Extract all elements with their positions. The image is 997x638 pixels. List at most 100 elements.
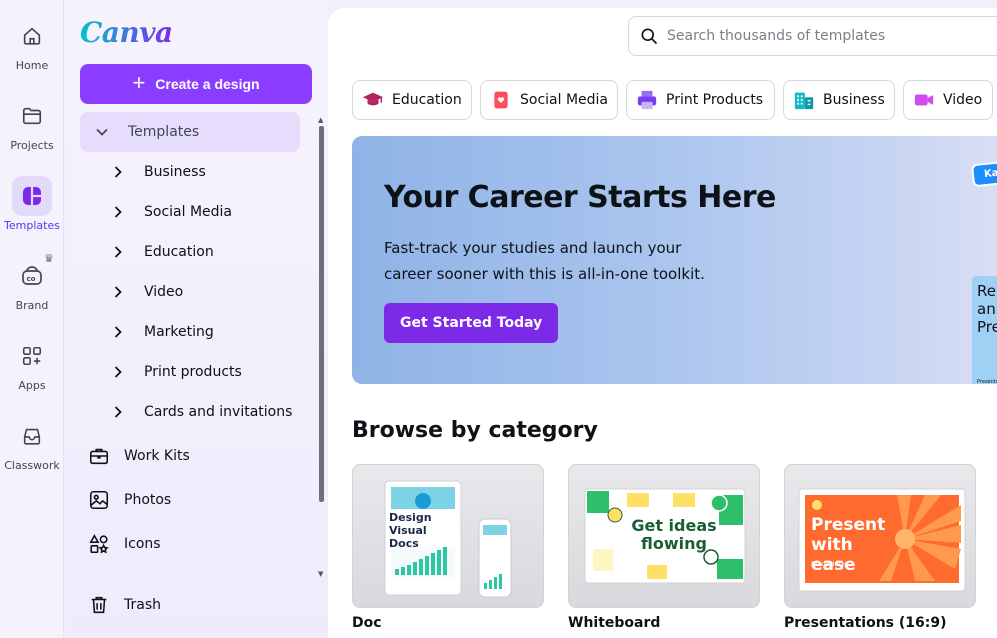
heart-icon: [490, 89, 512, 111]
rail-projects[interactable]: Projects: [0, 96, 64, 166]
doc-thumb-text: Design Visual Docs: [389, 511, 432, 550]
plus-icon: +: [132, 70, 146, 95]
svg-text:co: co: [27, 275, 36, 283]
folder-icon: [12, 96, 52, 136]
sidebar-item-label: Icons: [124, 536, 161, 552]
sidebar-item-label: Trash: [124, 597, 161, 613]
chip-label: Education: [392, 92, 462, 108]
sidebar-item-label: Education: [144, 244, 214, 260]
chevron-right-icon: [110, 245, 126, 259]
chevron-right-icon: [110, 365, 126, 379]
hero-title: Your Career Starts Here: [384, 180, 776, 215]
sidebar-item-business[interactable]: Business: [96, 152, 316, 192]
rail-label: Templates: [4, 219, 60, 232]
chevron-right-icon: [110, 205, 126, 219]
create-design-button[interactable]: + Create a design: [80, 64, 312, 104]
sidebar-item-label: Templates: [128, 124, 200, 140]
sidebar-item-label: Print products: [144, 364, 242, 380]
sidebar-item-marketing[interactable]: Marketing: [96, 312, 316, 352]
scrollbar-thumb[interactable]: [319, 126, 324, 502]
chip-label: Video: [943, 92, 983, 108]
sidebar-item-video[interactable]: Video: [96, 272, 316, 312]
main-content: Education Social Media Print Products Bu…: [328, 8, 997, 638]
whiteboard-thumbnail: Get ideas flowing: [568, 464, 760, 608]
category-label: Presentations (16:9): [784, 615, 947, 631]
category-label: Whiteboard: [568, 615, 661, 631]
chip-print-products[interactable]: Print Products: [626, 80, 775, 120]
sidebar-item-trash[interactable]: Trash: [80, 585, 300, 625]
sidebar-item-label: Marketing: [144, 324, 214, 340]
rail-apps[interactable]: Apps: [0, 336, 64, 406]
category-doc[interactable]: Design Visual Docs Doc: [352, 464, 544, 631]
rail-label: Home: [15, 59, 49, 72]
category-presentations[interactable]: Present with ease Brand deck Presentatio…: [784, 464, 976, 631]
rail-brand[interactable]: ♛ co Brand: [0, 252, 64, 326]
chevron-right-icon: [110, 405, 126, 419]
search-input[interactable]: [667, 28, 987, 44]
doc-thumbnail: Design Visual Docs: [352, 464, 544, 608]
chevron-right-icon: [110, 325, 126, 339]
graduation-cap-icon: [362, 89, 384, 111]
scroll-down-arrow-icon[interactable]: ▼: [318, 570, 323, 578]
rail-label: Brand: [15, 299, 49, 312]
briefcase-icon: [88, 445, 110, 467]
search-icon: [639, 26, 659, 46]
sidebar-item-education[interactable]: Education: [96, 232, 316, 272]
chip-education[interactable]: Education: [352, 80, 472, 120]
category-whiteboard[interactable]: Get ideas flowing Whiteboard: [568, 464, 760, 631]
templates-icon: [12, 176, 52, 216]
sidebar-item-label: Photos: [124, 492, 172, 508]
chip-label: Social Media: [520, 92, 609, 108]
sidebar-item-label: Cards and invitations: [144, 404, 293, 420]
browse-title: Browse by category: [352, 418, 598, 443]
sidebar-item-label: Video: [144, 284, 184, 300]
search-bar[interactable]: [628, 16, 997, 56]
hero-banner[interactable]: Your Career Starts Here Fast-track your …: [352, 136, 997, 384]
rail-home[interactable]: Home: [0, 16, 64, 86]
chip-video[interactable]: Video: [903, 80, 993, 120]
whiteboard-thumb-text: Get ideas flowing: [631, 516, 717, 553]
image-icon: [88, 489, 110, 511]
icon-rail: Home Projects Templates ♛ co Brand Apps …: [0, 0, 64, 638]
canva-logo[interactable]: Canva: [80, 16, 173, 49]
shapes-icon: [88, 533, 110, 555]
home-icon: [12, 16, 52, 56]
crown-icon: ♛: [44, 252, 54, 265]
sidebar-item-cards-invitations[interactable]: Cards and invitations: [96, 392, 316, 432]
rail-classwork[interactable]: Classwork: [0, 416, 64, 486]
apps-icon: [12, 336, 52, 376]
chevron-down-icon: [94, 125, 110, 139]
rail-templates[interactable]: Templates: [0, 176, 64, 246]
sidebar-item-icons[interactable]: Icons: [80, 524, 300, 564]
chip-label: Business: [823, 92, 885, 108]
get-started-button[interactable]: Get Started Today: [384, 303, 559, 343]
chip-business[interactable]: Business: [783, 80, 895, 120]
sidebar-item-templates[interactable]: Templates: [80, 112, 300, 152]
scroll-up-arrow-icon[interactable]: ▲: [318, 116, 323, 124]
chevron-right-icon: [110, 285, 126, 299]
video-camera-icon: [913, 89, 935, 111]
rail-label: Apps: [18, 379, 46, 392]
building-icon: [793, 89, 815, 111]
chip-label: Print Products: [666, 92, 764, 108]
hero-tag: Kan: [970, 159, 997, 188]
chip-social-media[interactable]: Social Media: [480, 80, 618, 120]
sidebar-item-print-products[interactable]: Print products: [96, 352, 316, 392]
rail-label: Classwork: [4, 459, 60, 472]
trash-icon: [88, 594, 110, 616]
presentation-thumbnail: Present with ease Brand deck: [784, 464, 976, 608]
sidebar-item-work-kits[interactable]: Work Kits: [80, 436, 300, 476]
printer-icon: [636, 89, 658, 111]
sidebar-item-label: Business: [144, 164, 206, 180]
chevron-right-icon: [110, 165, 126, 179]
sidebar-scrollbar[interactable]: ▲ ▼: [318, 116, 324, 578]
hero-preview-card: Re an Pre Presenta: [972, 276, 997, 384]
classwork-icon: [12, 416, 52, 456]
hero-card-text: Re an Pre: [977, 282, 997, 336]
sidebar-item-social-media[interactable]: Social Media: [96, 192, 316, 232]
presentation-thumb-small: Brand deck: [811, 561, 846, 568]
hero-body: Fast-track your studies and launch your …: [384, 239, 705, 283]
sidebar-item-photos[interactable]: Photos: [80, 480, 300, 520]
rail-label: Projects: [10, 139, 54, 152]
hero-card-tiny: Presenta: [977, 379, 997, 384]
